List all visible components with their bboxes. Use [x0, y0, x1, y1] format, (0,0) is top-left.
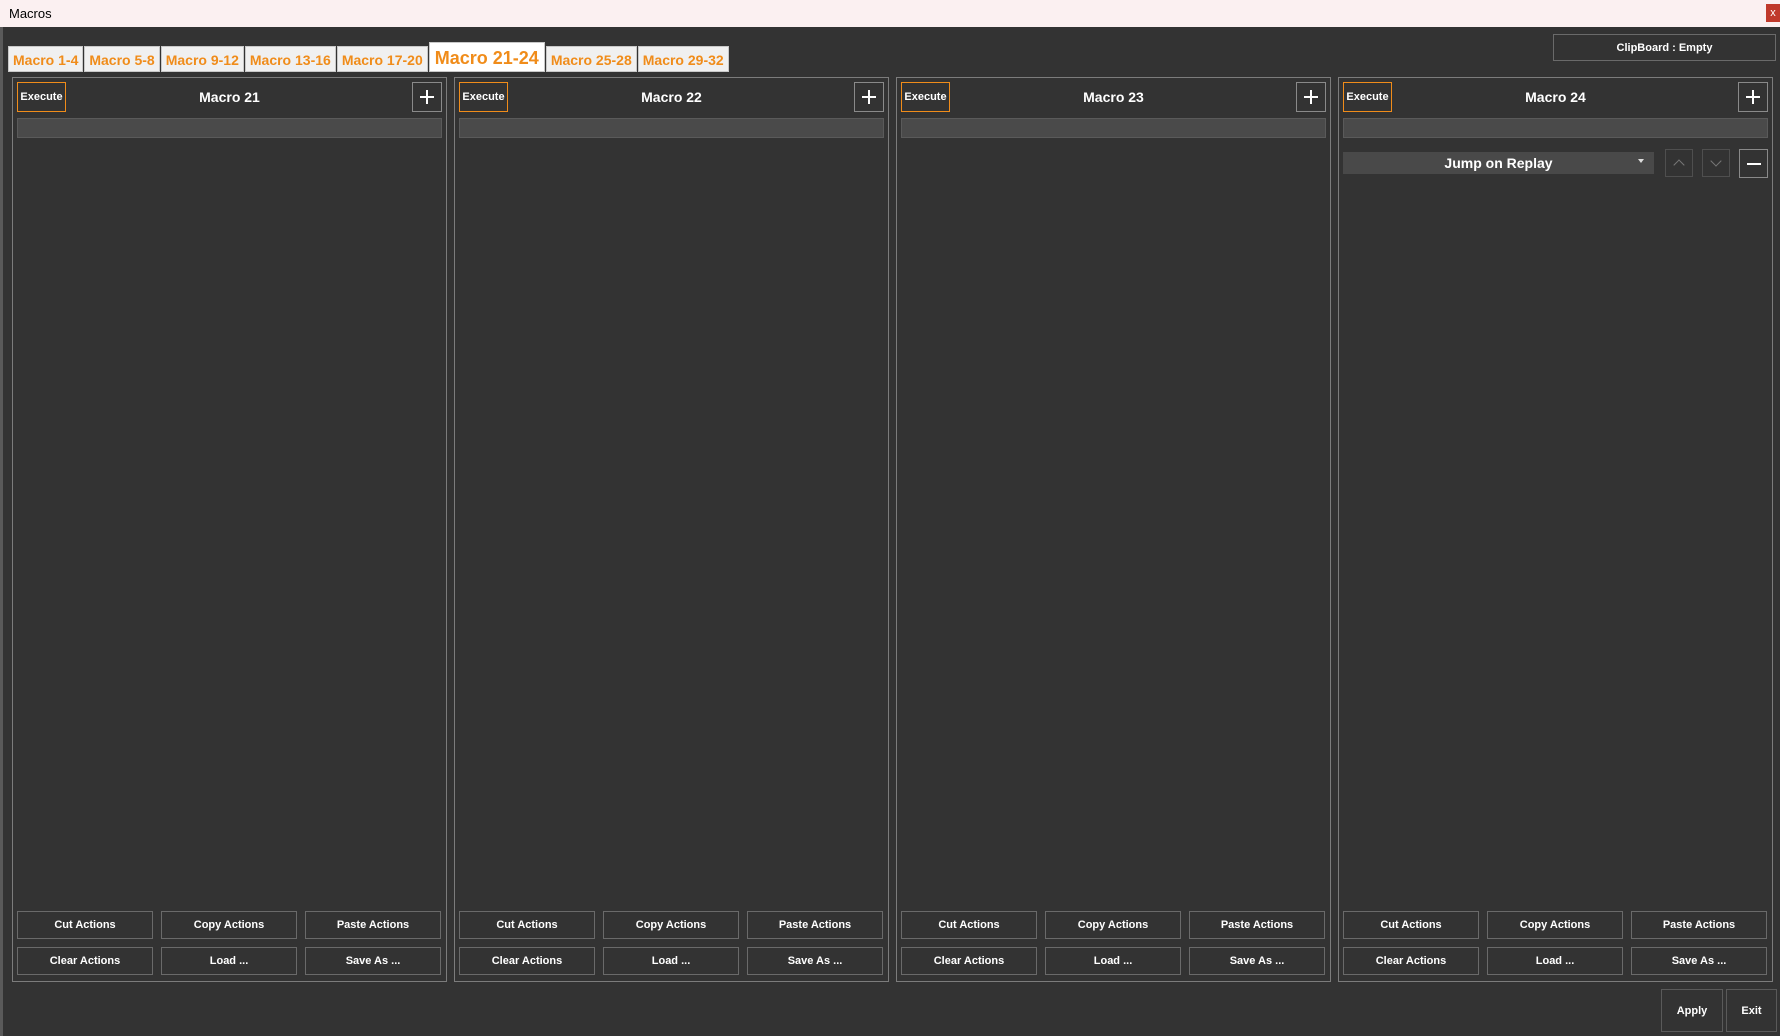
move-down-button[interactable]: [1702, 149, 1730, 177]
add-action-button[interactable]: [1296, 82, 1326, 112]
clear-actions-button[interactable]: Clear Actions: [1343, 947, 1479, 975]
paste-actions-button[interactable]: Paste Actions: [747, 911, 883, 939]
macro-panel-21: Execute Macro 21 Cut Actions Copy Action…: [12, 77, 447, 982]
macro-title: Macro 24: [1525, 89, 1586, 105]
action-select[interactable]: Jump on Replay: [1343, 152, 1654, 174]
add-action-button[interactable]: [412, 82, 442, 112]
copy-actions-button[interactable]: Copy Actions: [1045, 911, 1181, 939]
window-title: Macros: [9, 6, 52, 21]
title-bar: Macros x: [0, 0, 1780, 27]
macro-panel-24: Execute Macro 24 Jump on Replay Cut Acti…: [1338, 77, 1773, 982]
load-button[interactable]: Load ...: [603, 947, 739, 975]
paste-actions-button[interactable]: Paste Actions: [305, 911, 441, 939]
macro-name-field[interactable]: [901, 118, 1326, 138]
macro-title: Macro 21: [199, 89, 260, 105]
macro-panel-23: Execute Macro 23 Cut Actions Copy Action…: [896, 77, 1331, 982]
macro-name-field[interactable]: [459, 118, 884, 138]
execute-button[interactable]: Execute: [1343, 82, 1392, 112]
clear-actions-button[interactable]: Clear Actions: [17, 947, 153, 975]
action-row: Jump on Replay: [1343, 149, 1768, 178]
tab-macro-1-4[interactable]: Macro 1-4: [8, 46, 84, 72]
chevron-down-icon: [1638, 159, 1644, 163]
exit-button[interactable]: Exit: [1726, 989, 1777, 1032]
macro-title: Macro 23: [1083, 89, 1144, 105]
cut-actions-button[interactable]: Cut Actions: [459, 911, 595, 939]
remove-action-button[interactable]: [1739, 149, 1768, 178]
tab-macro-17-20[interactable]: Macro 17-20: [336, 46, 428, 72]
chevron-up-icon: [1673, 159, 1685, 171]
save-as-button[interactable]: Save As ...: [1189, 947, 1325, 975]
add-action-button[interactable]: [854, 82, 884, 112]
cut-actions-button[interactable]: Cut Actions: [1343, 911, 1479, 939]
chevron-down-icon: [1710, 155, 1722, 167]
macro-name-field[interactable]: [17, 118, 442, 138]
load-button[interactable]: Load ...: [1045, 947, 1181, 975]
tab-macro-29-32[interactable]: Macro 29-32: [637, 46, 729, 72]
window-border: [0, 27, 3, 1036]
macro-title: Macro 22: [641, 89, 702, 105]
clear-actions-button[interactable]: Clear Actions: [901, 947, 1037, 975]
cut-actions-button[interactable]: Cut Actions: [901, 911, 1037, 939]
tab-macro-13-16[interactable]: Macro 13-16: [244, 46, 336, 72]
execute-button[interactable]: Execute: [17, 82, 66, 112]
load-button[interactable]: Load ...: [161, 947, 297, 975]
load-button[interactable]: Load ...: [1487, 947, 1623, 975]
close-button[interactable]: x: [1766, 4, 1780, 22]
macro-panel-22: Execute Macro 22 Cut Actions Copy Action…: [454, 77, 889, 982]
macro-tab-bar: Macro 1-4 Macro 5-8 Macro 9-12 Macro 13-…: [8, 42, 730, 72]
clipboard-status-button[interactable]: ClipBoard : Empty: [1553, 34, 1776, 61]
clear-actions-button[interactable]: Clear Actions: [459, 947, 595, 975]
paste-actions-button[interactable]: Paste Actions: [1189, 911, 1325, 939]
execute-button[interactable]: Execute: [901, 82, 950, 112]
save-as-button[interactable]: Save As ...: [747, 947, 883, 975]
execute-button[interactable]: Execute: [459, 82, 508, 112]
copy-actions-button[interactable]: Copy Actions: [1487, 911, 1623, 939]
action-select-value: Jump on Replay: [1444, 155, 1553, 171]
move-up-button[interactable]: [1665, 149, 1693, 177]
paste-actions-button[interactable]: Paste Actions: [1631, 911, 1767, 939]
apply-button[interactable]: Apply: [1661, 989, 1723, 1032]
tab-macro-9-12[interactable]: Macro 9-12: [160, 46, 244, 72]
copy-actions-button[interactable]: Copy Actions: [603, 911, 739, 939]
add-action-button[interactable]: [1738, 82, 1768, 112]
copy-actions-button[interactable]: Copy Actions: [161, 911, 297, 939]
cut-actions-button[interactable]: Cut Actions: [17, 911, 153, 939]
tab-macro-5-8[interactable]: Macro 5-8: [84, 46, 160, 72]
save-as-button[interactable]: Save As ...: [305, 947, 441, 975]
macro-name-field[interactable]: [1343, 118, 1768, 138]
tab-macro-25-28[interactable]: Macro 25-28: [545, 46, 637, 72]
save-as-button[interactable]: Save As ...: [1631, 947, 1767, 975]
tab-macro-21-24[interactable]: Macro 21-24: [428, 42, 545, 72]
